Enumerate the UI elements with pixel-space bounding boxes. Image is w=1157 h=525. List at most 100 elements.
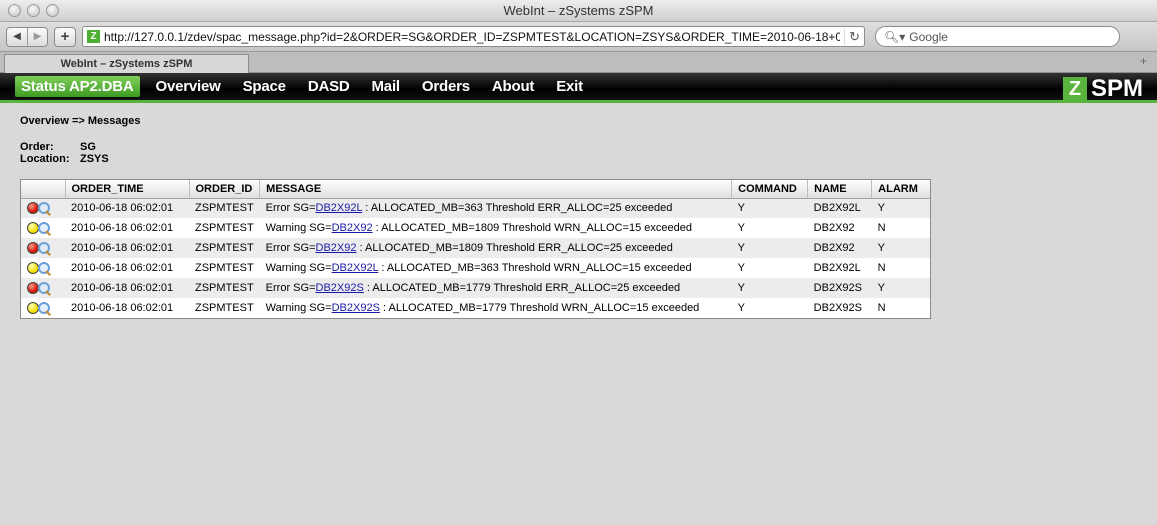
window-controls (8, 4, 59, 17)
storage-group-link[interactable]: DB2X92S (316, 282, 364, 294)
row-icons (21, 218, 65, 238)
storage-group-link[interactable]: DB2X92 (332, 222, 373, 234)
logo-text: SPM (1090, 75, 1143, 102)
cell-message: Error SG=DB2X92S : ALLOCATED_MB=1779 Thr… (259, 278, 732, 298)
cell-order-id: ZSPMTEST (189, 198, 260, 218)
storage-group-link[interactable]: DB2X92 (316, 242, 357, 254)
table-row[interactable]: 2010-06-18 06:02:01 ZSPMTEST Warning SG=DB… (21, 298, 930, 318)
cell-order-time: 2010-06-18 06:02:01 (65, 258, 189, 278)
search-icon: 🔍︎▾ (884, 29, 906, 44)
cell-alarm: Y (871, 198, 930, 218)
cell-order-time: 2010-06-18 06:02:01 (65, 278, 189, 298)
nav-space[interactable]: Space (243, 78, 286, 95)
window-title: WebInt – zSystems zSPM (503, 3, 654, 18)
main-content: Overview => Messages Order: SG Location:… (0, 103, 1157, 329)
messages-table: ORDER_TIME ORDER_ID MESSAGE COMMAND NAME… (20, 179, 931, 319)
message-prefix: Error SG= (265, 282, 316, 294)
reload-icon[interactable]: ↻ (844, 28, 860, 45)
cell-command: Y (731, 218, 808, 238)
row-icons (21, 258, 65, 278)
nav-exit[interactable]: Exit (556, 78, 583, 95)
back-button[interactable]: ◀ (7, 28, 27, 46)
table-row[interactable]: 2010-06-18 06:02:01 ZSPMTEST Warning SG=DB… (21, 258, 930, 278)
forward-button[interactable]: ▶ (27, 27, 47, 46)
cell-order-id: ZSPMTEST (189, 278, 260, 298)
cell-order-id: ZSPMTEST (189, 218, 260, 238)
cell-command: Y (731, 238, 808, 258)
close-window-button[interactable] (8, 4, 21, 17)
add-bookmark-button[interactable]: + (54, 26, 76, 47)
nav-overview[interactable]: Overview (156, 78, 221, 95)
logo-z-icon: Z (1062, 77, 1087, 101)
site-favicon-icon: Z (87, 30, 100, 43)
tab-webint[interactable]: WebInt – zSystems zSPM (4, 54, 249, 73)
col-icons (21, 180, 66, 199)
col-message[interactable]: MESSAGE (259, 180, 733, 199)
new-tab-icon[interactable]: + (1140, 54, 1147, 68)
cell-command: Y (731, 278, 808, 298)
nav-dasd[interactable]: DASD (308, 78, 350, 95)
order-value: SG (80, 141, 96, 153)
cell-command: Y (731, 298, 808, 318)
col-order-id[interactable]: ORDER_ID (189, 180, 261, 199)
magnifier-icon[interactable] (37, 241, 51, 255)
magnifier-icon[interactable] (37, 261, 51, 275)
zspm-logo: Z SPM (1062, 75, 1143, 103)
address-bar[interactable]: Z http://127.0.0.1/zdev/spac_message.php… (82, 26, 865, 47)
table-row[interactable]: 2010-06-18 06:02:01 ZSPMTEST Warning SG=DB… (21, 218, 930, 238)
cell-alarm: N (871, 258, 930, 278)
message-suffix: : ALLOCATED_MB=1809 Threshold ERR_ALLOC=… (356, 242, 673, 254)
table-row[interactable]: 2010-06-18 06:02:01 ZSPMTEST Error SG=DB2X… (21, 198, 930, 218)
cell-name: DB2X92L (807, 258, 872, 278)
cell-order-id: ZSPMTEST (189, 258, 260, 278)
cell-order-time: 2010-06-18 06:02:01 (65, 238, 189, 258)
magnifier-icon[interactable] (37, 221, 51, 235)
breadcrumb: Overview => Messages (20, 115, 141, 127)
app-navbar: Status AP2.DBA Overview Space DASD Mail … (0, 73, 1157, 103)
nav-mail[interactable]: Mail (372, 78, 401, 95)
row-icons (21, 298, 65, 318)
magnifier-icon[interactable] (37, 301, 51, 315)
cell-message: Warning SG=DB2X92L : ALLOCATED_MB=363 Th… (259, 258, 732, 278)
message-prefix: Warning SG= (265, 302, 332, 314)
cell-order-id: ZSPMTEST (189, 238, 260, 258)
col-alarm[interactable]: ALARM (871, 180, 930, 199)
order-label: Order: (20, 141, 54, 153)
col-name[interactable]: NAME (807, 180, 873, 199)
message-suffix: : ALLOCATED_MB=363 Threshold ERR_ALLOC=2… (362, 202, 673, 215)
nav-status[interactable]: Status AP2.DBA (15, 76, 140, 97)
magnifier-icon[interactable] (37, 201, 51, 215)
magnifier-icon[interactable] (37, 281, 51, 295)
message-suffix: : ALLOCATED_MB=1779 Threshold ERR_ALLOC=… (363, 282, 681, 294)
url-text[interactable]: http://127.0.0.1/zdev/spac_message.php?i… (104, 30, 840, 44)
cell-message: Error SG=DB2X92 : ALLOCATED_MB=1809 Thre… (259, 238, 732, 258)
browser-toolbar: ◀ ▶ + Z http://127.0.0.1/zdev/spac_messa… (0, 22, 1157, 52)
message-prefix: Error SG= (265, 242, 316, 254)
nav-orders[interactable]: Orders (422, 78, 470, 95)
cell-name: DB2X92 (807, 238, 872, 258)
tab-bar: WebInt – zSystems zSPM + (0, 52, 1157, 73)
col-command[interactable]: COMMAND (731, 180, 809, 199)
cell-name: DB2X92S (807, 278, 872, 298)
cell-name: DB2X92S (807, 298, 872, 318)
table-row[interactable]: 2010-06-18 06:02:01 ZSPMTEST Error SG=DB2X… (21, 238, 930, 258)
zoom-window-button[interactable] (46, 4, 59, 17)
table-row[interactable]: 2010-06-18 06:02:01 ZSPMTEST Error SG=DB2X… (21, 278, 930, 298)
cell-message: Warning SG=DB2X92 : ALLOCATED_MB=1809 Th… (259, 218, 732, 238)
message-prefix: Warning SG= (265, 222, 332, 234)
row-icons (21, 198, 65, 218)
storage-group-link[interactable]: DB2X92S (332, 302, 380, 314)
storage-group-link[interactable]: DB2X92L (332, 262, 379, 274)
location-label: Location: (20, 153, 70, 165)
nav-about[interactable]: About (492, 78, 535, 95)
message-suffix: : ALLOCATED_MB=1779 Threshold WRN_ALLOC=… (379, 302, 700, 314)
message-prefix: Warning SG= (265, 262, 332, 274)
minimize-window-button[interactable] (27, 4, 40, 17)
message-suffix: : ALLOCATED_MB=1809 Threshold WRN_ALLOC=… (372, 222, 692, 234)
cell-command: Y (731, 198, 808, 218)
cell-order-id: ZSPMTEST (189, 298, 260, 318)
col-order-time[interactable]: ORDER_TIME (65, 180, 190, 199)
search-field[interactable]: 🔍︎▾ Google (875, 26, 1120, 47)
row-icons (21, 238, 65, 258)
storage-group-link[interactable]: DB2X92L (316, 202, 363, 214)
